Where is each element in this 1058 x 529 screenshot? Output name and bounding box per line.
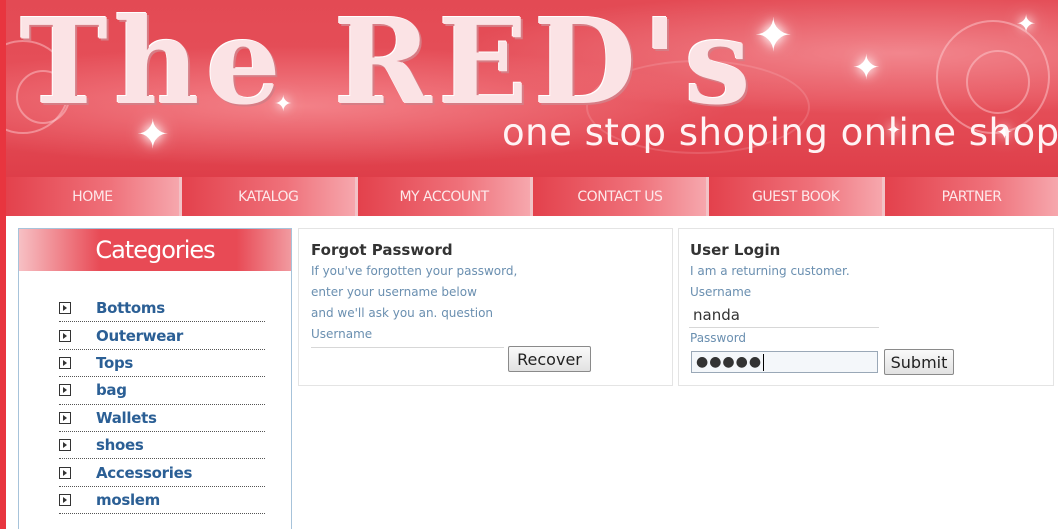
categories-list: Bottoms Outerwear Tops bag Wallets shoes… [59, 295, 265, 515]
arrow-box-icon [59, 356, 71, 369]
site-tagline: one stop shoping online shop [502, 111, 1058, 154]
main-nav: HOME KATALOG MY ACCOUNT CONTACT US GUEST… [6, 177, 1058, 216]
forgot-password-line: If you've forgotten your password, [311, 264, 518, 278]
header-banner: ✦ ✦ ✦ ✦ ✦ ✦ ✦ The RED's one stop shoping… [6, 0, 1058, 177]
category-item: Wallets [59, 405, 265, 432]
category-item: Bottoms [59, 295, 265, 323]
password-mask: ●●●●● [696, 354, 763, 370]
nav-item-guest-book[interactable]: GUEST BOOK [709, 177, 883, 216]
category-item: bag [59, 377, 265, 405]
sparkle-icon: ✦ [754, 8, 793, 62]
categories-sidebar: Categories Bottoms Outerwear Tops bag Wa… [18, 228, 292, 529]
forgot-username-input[interactable] [311, 329, 504, 348]
login-password-label: Password [690, 331, 747, 345]
arrow-box-icon [59, 302, 71, 315]
text-cursor [763, 353, 765, 371]
sparkle-icon: ✦ [1016, 10, 1037, 38]
arrow-box-icon [59, 439, 71, 452]
arrow-box-icon [59, 384, 71, 397]
category-link-bag[interactable]: bag [96, 381, 127, 399]
user-login-panel: User Login I am a returning customer. Us… [678, 228, 1054, 386]
submit-button[interactable]: Submit [884, 349, 954, 375]
category-link-shoes[interactable]: shoes [96, 436, 144, 454]
category-item: Outerwear [59, 322, 265, 350]
nav-item-my-account[interactable]: MY ACCOUNT [357, 177, 531, 216]
user-login-title: User Login [690, 241, 781, 259]
category-link-tops[interactable]: Tops [96, 354, 133, 372]
category-link-accessories[interactable]: Accessories [96, 464, 192, 482]
category-link-moslem[interactable]: moslem [96, 491, 160, 509]
forgot-password-panel: Forgot Password If you've forgotten your… [298, 228, 673, 386]
nav-item-partner[interactable]: PARTNER [885, 177, 1058, 216]
nav-item-katalog[interactable]: KATALOG [181, 177, 355, 216]
sparkle-icon: ✦ [852, 48, 881, 88]
arrow-box-icon [59, 493, 71, 506]
login-username-input[interactable] [689, 303, 879, 328]
category-item: Accessories [59, 459, 265, 487]
arrow-box-icon [59, 466, 71, 479]
decorative-swirl-icon [966, 50, 1030, 114]
forgot-password-title: Forgot Password [311, 241, 453, 259]
arrow-box-icon [59, 329, 71, 342]
arrow-box-icon [59, 411, 71, 424]
category-link-wallets[interactable]: Wallets [96, 409, 157, 427]
nav-item-contact-us[interactable]: CONTACT US [533, 177, 707, 216]
page: ✦ ✦ ✦ ✦ ✦ ✦ ✦ The RED's one stop shoping… [0, 0, 1058, 529]
categories-title: Categories [95, 236, 215, 264]
nav-item-home[interactable]: HOME [6, 177, 179, 216]
user-login-subtitle: I am a returning customer. [690, 264, 850, 278]
forgot-password-line: and we'll ask you an. question [311, 306, 494, 320]
category-link-outerwear[interactable]: Outerwear [96, 327, 183, 345]
categories-header: Categories [19, 229, 291, 271]
category-item: moslem [59, 487, 265, 515]
login-password-input[interactable]: ●●●●● [691, 351, 878, 373]
category-item: shoes [59, 432, 265, 460]
category-link-bottoms[interactable]: Bottoms [96, 299, 165, 317]
category-item: Tops [59, 350, 265, 378]
recover-button[interactable]: Recover [508, 346, 591, 372]
forgot-password-line: enter your username below [311, 285, 477, 299]
login-username-label: Username [690, 285, 752, 299]
